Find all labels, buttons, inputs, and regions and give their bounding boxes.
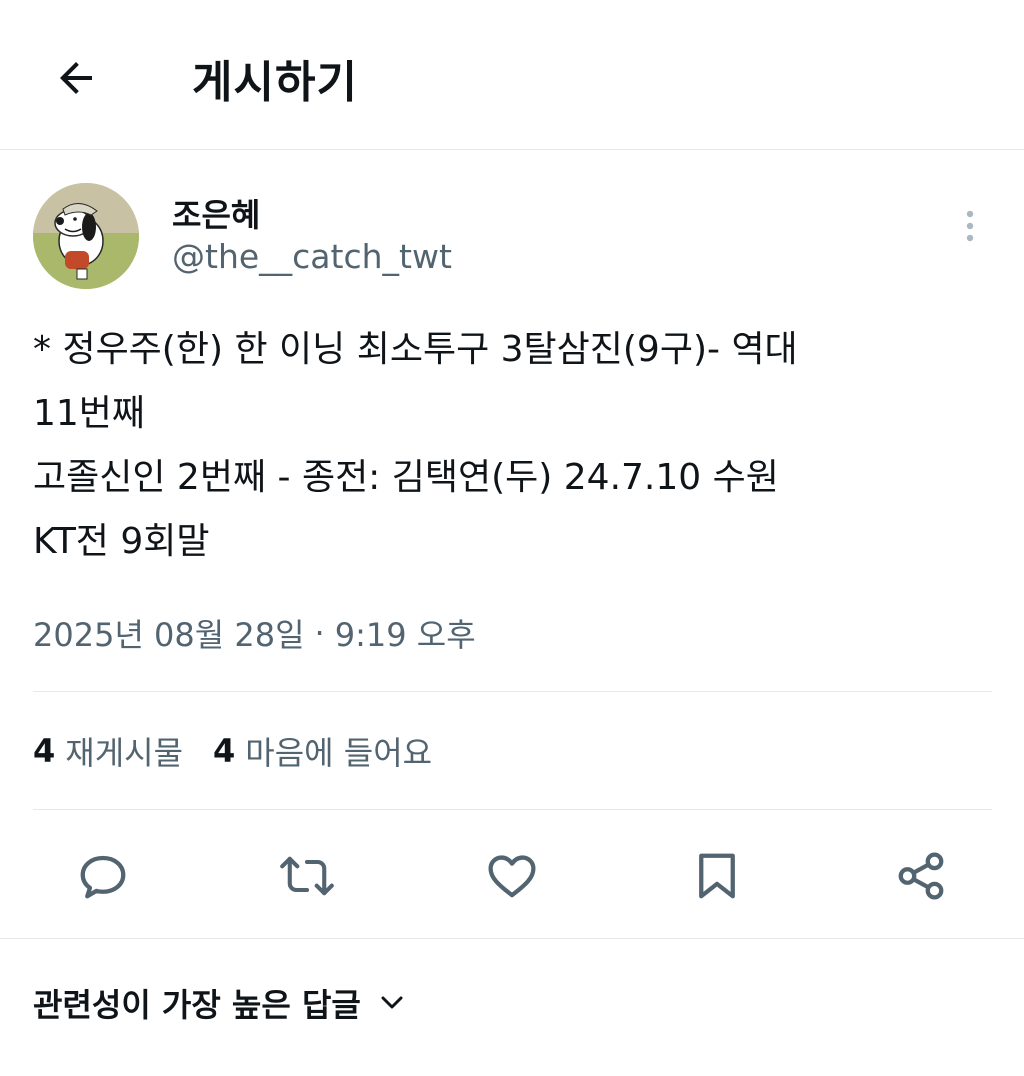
share-icon: [898, 852, 944, 900]
more-vertical-icon: [966, 210, 974, 242]
likes-count: 4: [213, 732, 236, 770]
tweet-text-line: 11번째: [33, 393, 146, 434]
replies-sort-label: 관련성이 가장 높은 답글: [33, 986, 361, 1024]
top-bar: 게시하기: [0, 0, 1024, 150]
likes-stat[interactable]: 4 마음에 들어요: [213, 728, 432, 774]
timestamp-separator: ·: [314, 614, 325, 652]
tweet-date: 2025년 08월 28일: [33, 616, 305, 654]
chevron-down-icon: [381, 996, 403, 1009]
replies-sort-dropdown[interactable]: 관련성이 가장 높은 답글: [33, 980, 403, 1026]
reply-button[interactable]: [75, 848, 131, 904]
page-title: 게시하기: [192, 57, 358, 108]
bookmark-button[interactable]: [689, 848, 745, 904]
bookmark-icon: [699, 853, 735, 899]
tweet-stats: 4 재게시물 4 마음에 들어요: [33, 728, 462, 774]
likes-label: 마음에 들어요: [245, 734, 433, 772]
retweet-button[interactable]: [279, 848, 335, 904]
avatar[interactable]: [33, 183, 139, 289]
user-handle[interactable]: @the__catch_twt: [172, 237, 452, 276]
snoopy-avatar: [33, 183, 139, 289]
like-button[interactable]: [484, 848, 540, 904]
divider: [33, 691, 992, 692]
more-options-button[interactable]: [952, 204, 988, 248]
share-button[interactable]: [893, 848, 949, 904]
retweets-label: 재게시물: [65, 734, 184, 772]
tweet-time: 9:19 오후: [334, 616, 476, 654]
reply-icon: [80, 855, 126, 899]
tweet-timestamp[interactable]: 2025년 08월 28일 · 9:19 오후: [33, 610, 476, 656]
tweet-text-line: * 정우주(한) 한 이닝 최소투구 3탈삼진(9구)- 역대: [33, 329, 798, 370]
tweet-text-line: 고졸신인 2번째 - 종전: 김택연(두) 24.7.10 수원: [33, 457, 779, 498]
tweet-text: * 정우주(한) 한 이닝 최소투구 3탈삼진(9구)- 역대 11번째 고졸신…: [33, 318, 1003, 574]
divider: [33, 809, 992, 810]
back-button[interactable]: [48, 50, 104, 106]
retweets-count: 4: [33, 732, 56, 770]
divider: [0, 938, 1024, 939]
tweet-text-line: KT전 9회말: [33, 521, 210, 562]
like-icon: [488, 855, 536, 898]
arrow-left-icon: [60, 62, 92, 94]
retweet-icon: [280, 856, 334, 896]
display-name[interactable]: 조은혜: [172, 190, 260, 236]
retweets-stat[interactable]: 4 재게시물: [33, 728, 183, 774]
